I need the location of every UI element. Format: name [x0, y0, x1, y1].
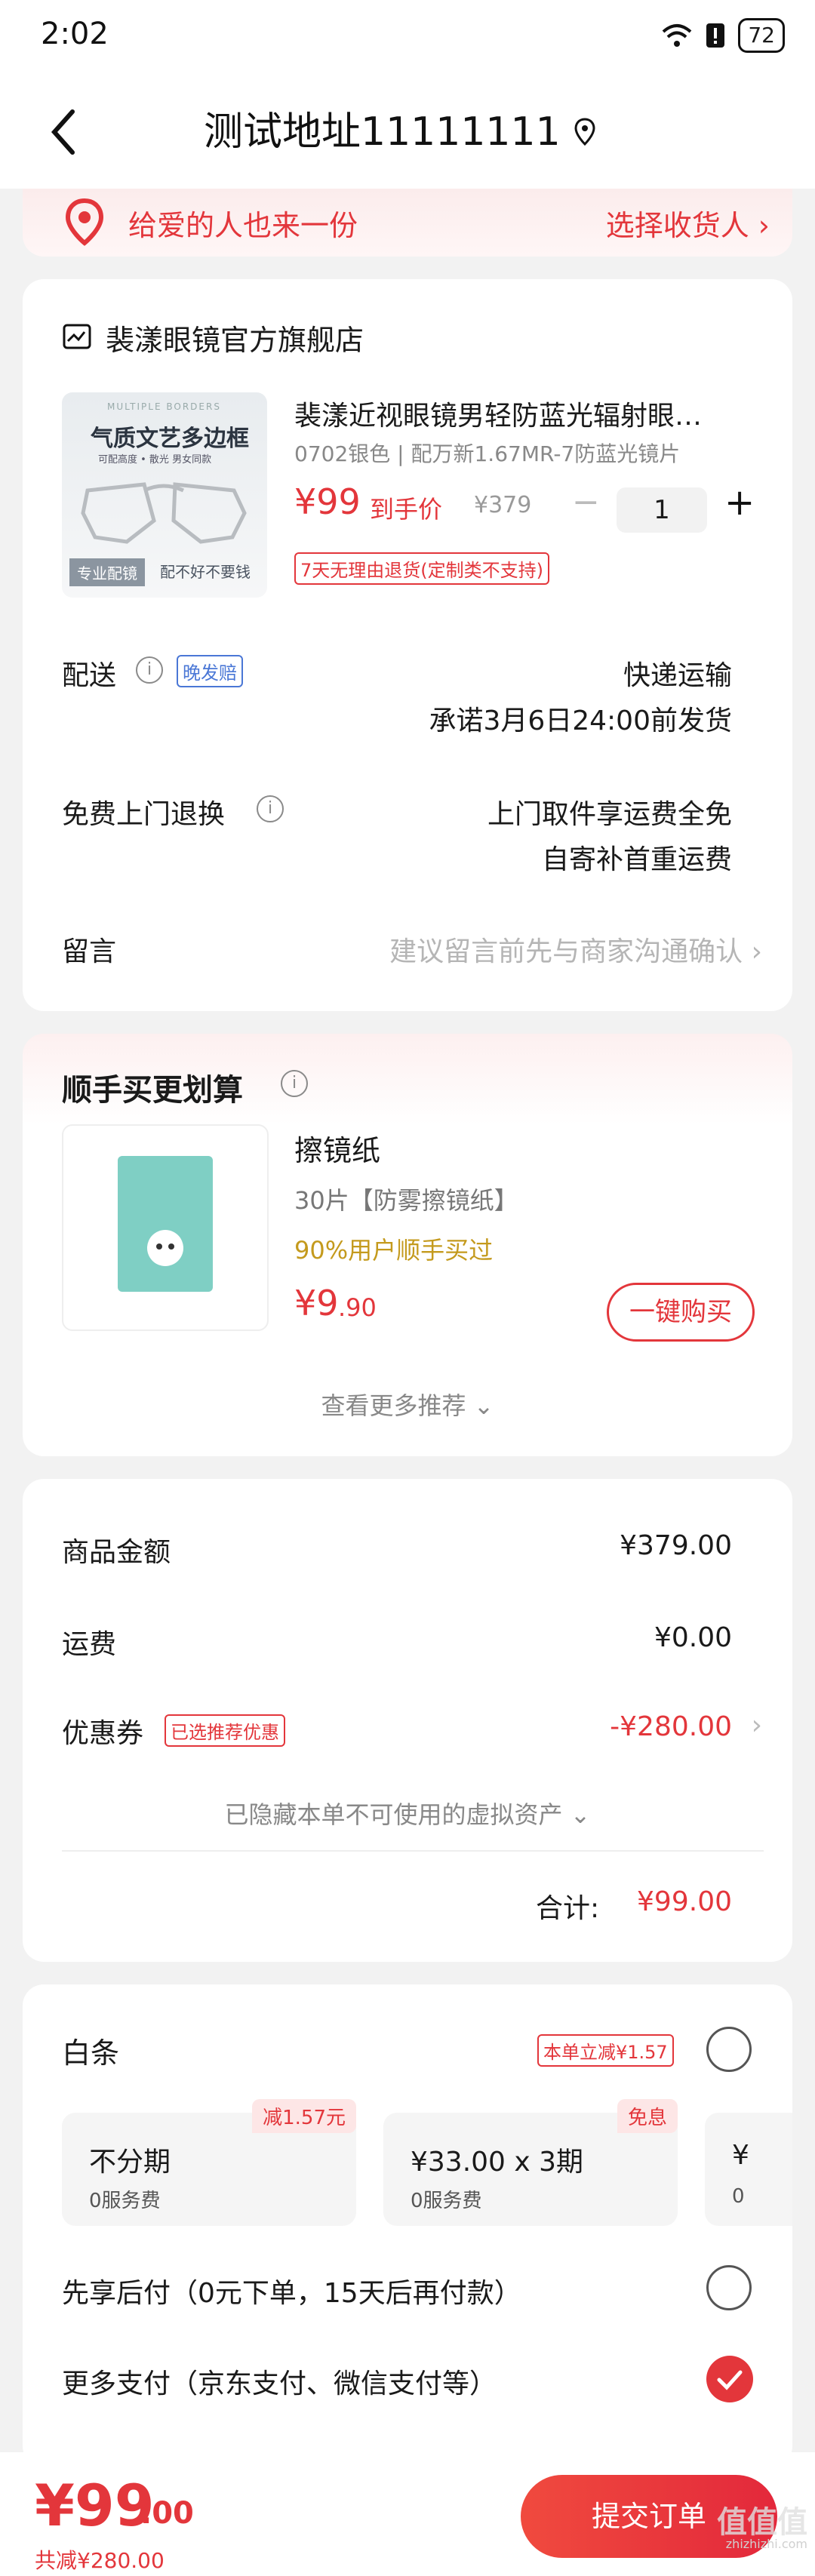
addon-card: 顺手买更划算 i 擦镜纸 30片【防雾擦镜纸】 90%用户顺手买过 ¥9 .90… — [23, 1034, 792, 1456]
return-policy-tag: 7天无理由退货(定制类不支持) — [294, 552, 549, 585]
payment-card: 白条 本单立减¥1.57 减1.57元 不分期 0服务费 免息 ¥33.00 x… — [23, 1984, 792, 2467]
coupon-value[interactable]: -¥280.00 — [610, 1711, 732, 1742]
alert-icon — [706, 23, 725, 48]
gift-text: 给爱的人也来一份 — [128, 209, 358, 242]
choose-recipient-link[interactable]: 选择收货人 › — [606, 202, 770, 244]
return-service-line2: 自寄补首重运费 — [541, 844, 732, 875]
battery-indicator: 72 — [738, 18, 785, 53]
plan-more[interactable]: ¥ 0 — [705, 2113, 792, 2226]
plan-title: 不分期 — [89, 2147, 171, 2178]
product-title[interactable]: 裴漾近视眼镜男轻防蓝光辐射眼… — [294, 394, 770, 433]
message-input[interactable]: 建议留言前先与商家沟通确认 › — [389, 930, 762, 969]
more-recommendations-link[interactable]: 查看更多推荐 ⌄ — [23, 1387, 792, 1422]
later-pay-radio[interactable] — [706, 2265, 752, 2310]
cat-mascot-icon — [147, 1230, 183, 1266]
addon-price-dec: .90 — [338, 1293, 377, 1322]
total-value: ¥99.00 — [637, 1886, 732, 1917]
location-pin-icon[interactable] — [574, 117, 596, 147]
addon-image[interactable] — [62, 1124, 269, 1331]
summary-card: 商品金额 ¥379.00 运费 ¥0.00 优惠券 已选推荐优惠 -¥280.0… — [23, 1479, 792, 1962]
wifi-icon — [663, 24, 692, 47]
later-pay-label: 先享后付（0元下单，15天后再付款） — [62, 2278, 521, 2309]
total-discount: 共减¥280.00 — [35, 2548, 165, 2573]
checkmark-icon — [717, 2370, 743, 2390]
product-image-title: 气质文艺多边框 — [91, 426, 249, 452]
store-name[interactable]: 裴漾眼镜官方旗舰店 — [106, 317, 364, 358]
plan-title: ¥ — [732, 2140, 749, 2171]
decrease-button[interactable]: − — [572, 483, 600, 521]
shipping-label: 配送 — [62, 660, 117, 691]
pay-price-int: ¥99 — [35, 2472, 155, 2539]
product-image-header: MULTIPLE BORDERS — [107, 401, 221, 412]
baitiao-radio[interactable] — [706, 2027, 752, 2072]
store-icon — [63, 324, 91, 349]
plan-3-installments[interactable]: 免息 ¥33.00 x 3期 0服务费 — [383, 2099, 678, 2226]
shipping-method: 快递运输 — [623, 660, 732, 691]
product-image[interactable]: MULTIPLE BORDERS 气质文艺多边框 可配高度 • 散光 男女同款 … — [62, 392, 267, 598]
pay-price-dec: .00 — [140, 2496, 194, 2531]
addon-item-spec: 30片【防雾擦镜纸】 — [294, 1186, 518, 1215]
info-icon[interactable]: i — [136, 656, 163, 684]
product-spec[interactable]: 0702银色 | 配万新1.67MR-7防蓝光镜片 — [294, 438, 680, 468]
total-label: 合计: — [536, 1893, 600, 1924]
info-icon[interactable]: i — [281, 1070, 308, 1097]
plan-title: ¥33.00 x 3期 — [411, 2147, 584, 2178]
freight-value: ¥0.00 — [654, 1622, 732, 1653]
return-service-line1: 上门取件享运费全免 — [487, 799, 732, 830]
addon-item-note: 90%用户顺手买过 — [294, 1236, 494, 1265]
plan-fee: 0 — [732, 2185, 745, 2208]
location-icon — [65, 198, 104, 246]
product-image-subtitle: 可配高度 • 散光 男女同款 — [98, 454, 212, 466]
nav-bar: 测试地址11111111 — [0, 75, 815, 189]
baitiao-label: 白条 — [62, 2037, 120, 2070]
watermark: 值值值 — [717, 2505, 807, 2540]
message-label: 留言 — [62, 936, 117, 967]
more-pay-label: 更多支付（京东支付、微信支付等） — [62, 2369, 497, 2399]
original-price: ¥379 — [474, 492, 532, 518]
page-title[interactable]: 测试地址11111111 — [204, 106, 561, 158]
product-image-badge-left: 专业配镜 — [69, 558, 145, 586]
glasses-icon — [81, 482, 247, 544]
baitiao-discount-tag: 本单立减¥1.57 — [537, 2034, 674, 2067]
plan-no-installment[interactable]: 减1.57元 不分期 0服务费 — [62, 2099, 356, 2226]
goods-amount-label: 商品金额 — [62, 1537, 171, 1568]
coupon-label: 优惠券 — [62, 1718, 144, 1749]
price-label: 到手价 — [370, 495, 443, 524]
more-pay-radio[interactable] — [706, 2356, 753, 2402]
one-click-buy-button[interactable]: 一键购买 — [607, 1283, 755, 1342]
shipping-promise: 承诺3月6日24:00前发货 — [429, 705, 732, 736]
plan-fee: 0服务费 — [89, 2190, 161, 2212]
chevron-right-icon[interactable]: › — [752, 1710, 762, 1741]
info-icon[interactable]: i — [257, 795, 284, 822]
addon-item-name[interactable]: 擦镜纸 — [294, 1127, 380, 1169]
status-time: 2:02 — [41, 17, 109, 51]
gift-banner[interactable]: 给爱的人也来一份 选择收货人 › — [23, 189, 792, 257]
status-icons: 72 — [661, 18, 785, 53]
status-bar: 2:02 72 — [0, 0, 815, 75]
bottom-bar: ¥99 .00 共减¥280.00 提交订单 值值值 zhizhizhi.com — [0, 2452, 815, 2576]
product-price: ¥99 — [294, 481, 361, 522]
coupon-tag: 已选推荐优惠 — [165, 1714, 285, 1747]
product-image-badge-right: 配不好不要钱 — [160, 563, 251, 581]
watermark-url: zhizhizhi.com — [725, 2537, 807, 2551]
return-service-label: 免费上门退换 — [62, 799, 226, 830]
addon-title: 顺手买更划算 — [62, 1073, 243, 1108]
plan-fee: 0服务费 — [411, 2190, 482, 2212]
hidden-assets-toggle[interactable]: 已隐藏本单不可使用的虚拟资产 ⌄ — [23, 1796, 792, 1831]
late-ship-tag: 晚发赔 — [177, 655, 243, 687]
quantity-field[interactable]: 1 — [617, 487, 707, 533]
plan-badge: 减1.57元 — [252, 2099, 356, 2133]
divider — [62, 1850, 764, 1852]
goods-amount-value: ¥379.00 — [620, 1530, 732, 1561]
plan-badge: 免息 — [617, 2099, 678, 2133]
increase-button[interactable]: + — [724, 481, 755, 524]
addon-price-int: ¥9 — [294, 1283, 339, 1323]
store-card: 裴漾眼镜官方旗舰店 MULTIPLE BORDERS 气质文艺多边框 可配高度 … — [23, 279, 792, 1011]
freight-label: 运费 — [62, 1629, 117, 1660]
back-arrow-icon[interactable] — [42, 106, 88, 158]
